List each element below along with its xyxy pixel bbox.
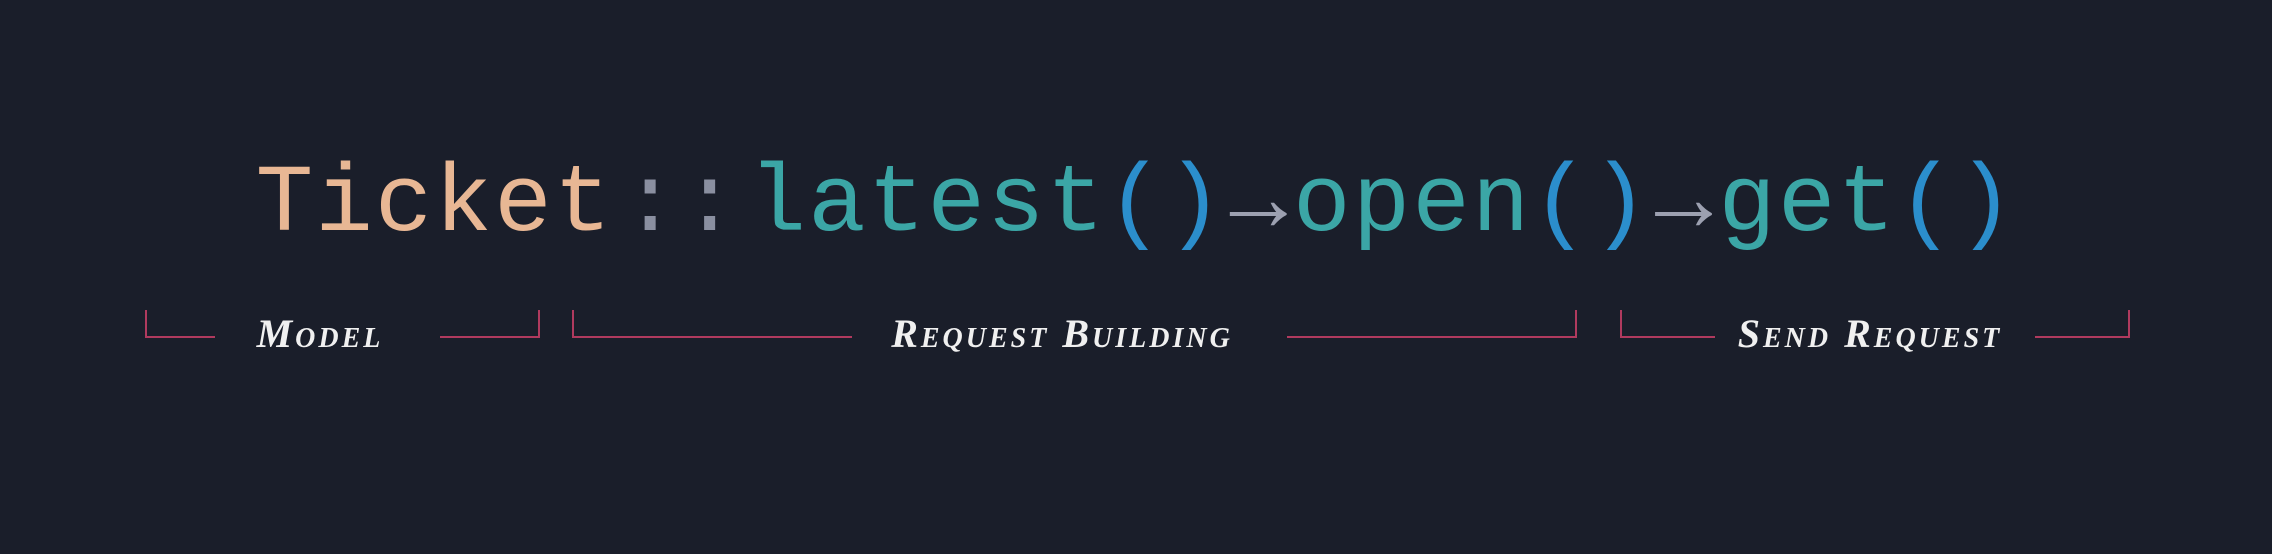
annotation-brackets: Model Request Building Send Request: [0, 310, 2272, 430]
model-token: Ticket: [256, 150, 614, 259]
bracket-send-request: Send Request: [1620, 310, 2130, 338]
parens-token: (): [1106, 150, 1225, 259]
code-expression: Ticket::latest()→open()→get(): [0, 150, 2272, 259]
method-open-token: open: [1293, 150, 1531, 259]
scope-operator-token: ::: [621, 150, 740, 259]
bracket-model: Model: [145, 310, 540, 338]
bracket-request-building: Request Building: [572, 310, 1577, 338]
arrow-icon: →: [1655, 150, 1715, 259]
method-get-token: get: [1718, 150, 1897, 259]
method-latest-token: latest: [749, 150, 1107, 259]
annotation-label-request-building: Request Building: [862, 310, 1262, 357]
parens-token: (): [1531, 150, 1650, 259]
parens-token: (): [1897, 150, 2016, 259]
annotation-label-send-request: Send Request: [1720, 310, 2020, 357]
annotation-label-model: Model: [220, 310, 420, 357]
arrow-icon: →: [1229, 150, 1289, 259]
